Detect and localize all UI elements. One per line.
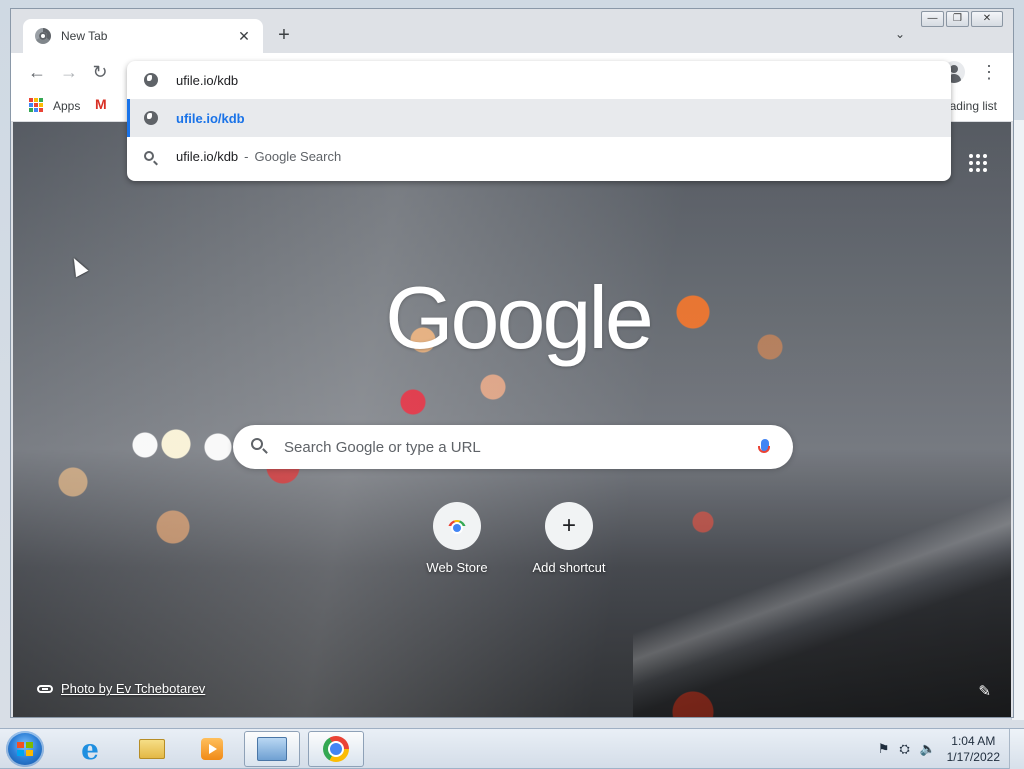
taskbar-file-explorer[interactable]	[124, 731, 180, 767]
forward-button[interactable]: →	[57, 60, 81, 84]
globe-icon	[144, 111, 158, 125]
shortcut-tile: +	[545, 502, 593, 550]
tab-new-tab[interactable]: New Tab ✕	[23, 19, 263, 53]
customize-pencil-icon[interactable]: ✎	[978, 682, 991, 700]
taskbar-remote-desktop[interactable]	[244, 731, 300, 767]
chrome-menu-icon[interactable]: ⋮	[979, 61, 999, 83]
taskbar-clock[interactable]: 1:04 AM 1/17/2022	[947, 733, 1000, 765]
restore-button[interactable]: ❐	[946, 11, 969, 27]
tab-search-chevron-icon[interactable]: ⌄	[895, 27, 905, 41]
taskbar-chrome[interactable]	[308, 731, 364, 767]
bookmark-apps[interactable]: Apps	[53, 99, 80, 113]
photo-attribution-link[interactable]: Photo by Ev Tchebotarev	[37, 681, 205, 696]
tab-title: New Tab	[61, 29, 108, 43]
tab-close-icon[interactable]: ✕	[235, 28, 253, 45]
suggestion-separator: -	[244, 148, 249, 164]
chrome-icon	[323, 736, 349, 762]
suggestion-search-text: ufile.io/kdb	[176, 148, 239, 164]
globe-icon	[144, 73, 158, 87]
window-controls: — ❐ ✕	[921, 11, 1003, 27]
omnibox-suggestion-search[interactable]: ufile.io/kdb - Google Search	[127, 137, 951, 175]
internet-explorer-icon: e	[81, 732, 99, 766]
background-photo	[633, 452, 1011, 717]
windows-flag-icon	[17, 742, 33, 756]
taskbar-internet-explorer[interactable]: e	[62, 731, 118, 767]
omnibox-dropdown: ufile.io/kdb ufile.io/kdb ufile.io/kdb -…	[127, 61, 951, 181]
taskbar-media-player[interactable]	[184, 731, 240, 767]
shortcut-label: Web Store	[426, 560, 488, 575]
folder-icon	[139, 739, 165, 759]
clock-date: 1/17/2022	[946, 750, 1000, 764]
ntp-search-box[interactable]: Search Google or type a URL	[233, 425, 793, 469]
reload-button[interactable]: ↻	[88, 60, 112, 84]
shortcut-add[interactable]: + Add shortcut	[523, 502, 615, 575]
google-apps-icon[interactable]	[969, 154, 987, 172]
mouse-cursor-icon	[67, 254, 89, 278]
show-desktop-button[interactable]	[1009, 729, 1024, 769]
minimize-button[interactable]: —	[921, 11, 944, 27]
chrome-favicon-icon	[35, 28, 51, 44]
webstore-icon	[448, 520, 466, 532]
new-tab-page: Google Search Google or type a URL Web S…	[13, 122, 1011, 717]
shortcut-label: Add shortcut	[532, 560, 606, 575]
suggestion-description: Google Search	[254, 148, 342, 164]
tab-strip: New Tab ✕ + ⌄ — ❐ ✕	[11, 9, 1013, 53]
chrome-window: New Tab ✕ + ⌄ — ❐ ✕ ← → ↻ ⋮ Apps M Readi…	[10, 8, 1014, 718]
suggestion-url-text: ufile.io/kdb	[176, 110, 245, 126]
close-window-button[interactable]: ✕	[971, 11, 1003, 27]
link-icon	[37, 684, 53, 693]
apps-grid-icon[interactable]	[29, 98, 43, 112]
search-icon	[144, 151, 154, 161]
shortcut-tile	[433, 502, 481, 550]
new-tab-button[interactable]: +	[273, 25, 295, 47]
attribution-text: Photo by Ev Tchebotarev	[61, 681, 206, 696]
windows-taskbar: e ⚑ ⛭ 🔈 1:04 AM 1/17/2022	[0, 728, 1024, 769]
omnibox-input-row[interactable]: ufile.io/kdb	[127, 61, 951, 99]
clock-time: 1:04 AM	[951, 734, 996, 748]
voice-search-mic-icon[interactable]	[758, 439, 770, 453]
google-logo: Google	[385, 268, 654, 367]
start-button[interactable]	[6, 731, 44, 767]
search-icon	[251, 438, 263, 450]
omnibox-input[interactable]: ufile.io/kdb	[176, 73, 238, 88]
system-tray: ⚑ ⛭ 🔈	[878, 741, 936, 757]
volume-icon[interactable]: 🔈	[920, 741, 936, 757]
omnibox-suggestion-url[interactable]: ufile.io/kdb	[127, 99, 951, 137]
action-center-flag-icon[interactable]: ⚑	[878, 741, 890, 757]
shortcut-web-store[interactable]: Web Store	[411, 502, 503, 575]
remote-desktop-icon	[257, 737, 287, 761]
plus-icon: +	[561, 512, 576, 539]
back-button[interactable]: ←	[25, 60, 49, 84]
media-player-icon	[201, 738, 223, 760]
gmail-icon[interactable]: M	[95, 96, 107, 112]
network-icon[interactable]: ⛭	[899, 741, 909, 757]
search-placeholder: Search Google or type a URL	[284, 439, 481, 456]
